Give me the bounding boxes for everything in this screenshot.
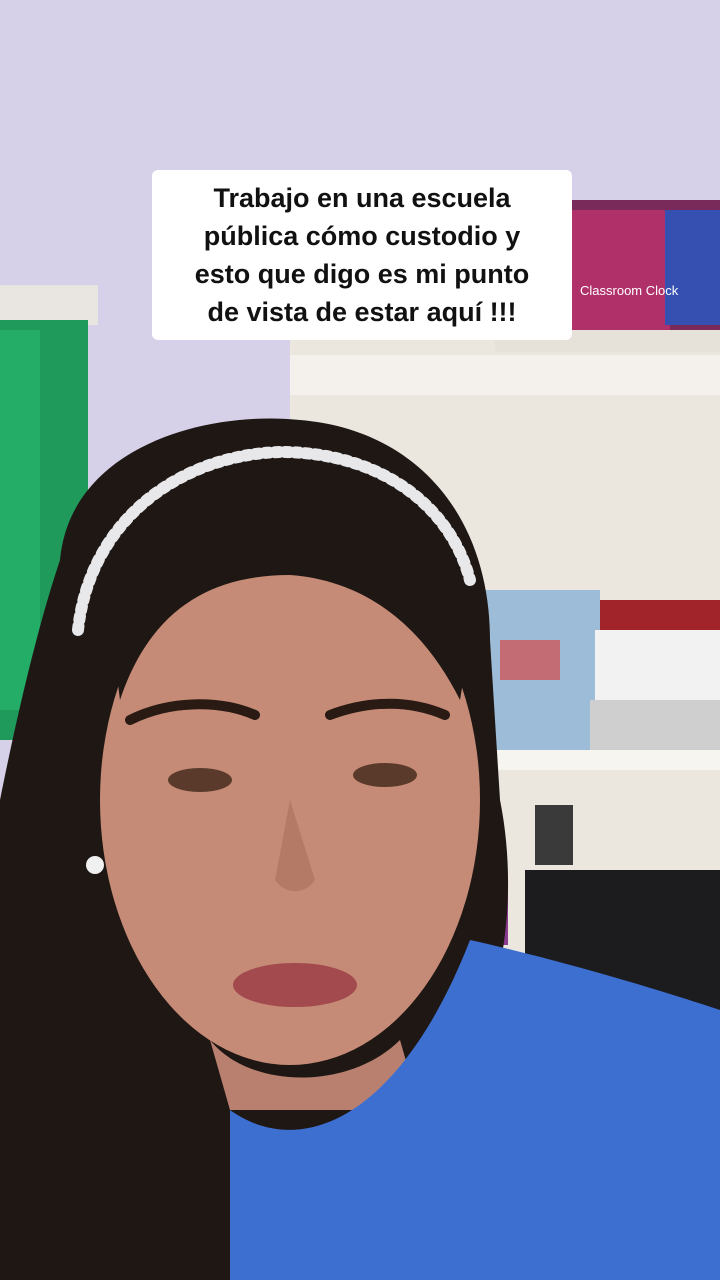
left-eye <box>168 768 232 792</box>
mouth <box>233 963 357 1007</box>
red-binder <box>600 600 720 630</box>
shelf-board <box>470 750 720 770</box>
wall-outlet <box>535 805 573 865</box>
caption-line: esto que digo es mi punto <box>194 259 530 289</box>
caption-line: de vista de estar aquí !!! <box>207 297 517 327</box>
pearl-earring <box>86 856 104 874</box>
caption-box: Trabajo en una escuela pública cómo cust… <box>152 170 572 340</box>
white-binder <box>595 630 720 700</box>
box-label: Classroom Clock <box>580 283 679 298</box>
caption-line: Trabajo en una escuela <box>213 183 511 213</box>
shelf-top <box>290 355 720 395</box>
classroom-clock-box: Classroom Clock <box>565 200 720 335</box>
video-frame: Classroom Clock Trabajo en una escuela p… <box>0 0 720 1280</box>
right-eye <box>353 763 417 787</box>
board-top-trim <box>0 285 98 325</box>
caption-line: pública cómo custodio y <box>203 221 521 251</box>
